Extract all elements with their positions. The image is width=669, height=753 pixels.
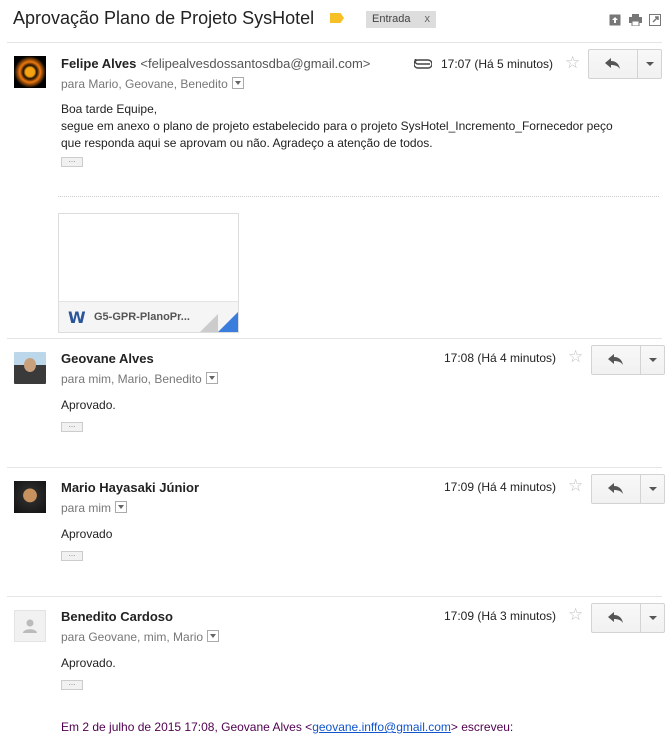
show-trimmed-content-button[interactable]: ...	[61, 550, 83, 561]
sender-name[interactable]: Felipe Alves <felipealvesdossantosdba@gma…	[61, 56, 370, 71]
message-time[interactable]: 17:09 (Há 3 minutos)	[444, 609, 556, 623]
thread-subject: Aprovação Plano de Projeto SysHotel	[13, 8, 315, 28]
attachment-divider	[58, 196, 659, 197]
reply-button[interactable]	[592, 604, 641, 632]
sender-name[interactable]: Benedito Cardoso	[61, 609, 173, 624]
message-body: Boa tarde Equipe, segue em anexo o plano…	[61, 101, 613, 152]
word-doc-icon: W	[68, 308, 86, 327]
more-options-button[interactable]	[638, 50, 661, 78]
sender-email: <felipealvesdossantosdba@gmail.com>	[140, 56, 371, 71]
reply-button[interactable]	[589, 50, 638, 78]
avatar[interactable]	[14, 56, 46, 88]
details-dropdown-button[interactable]	[231, 77, 244, 89]
more-options-button[interactable]	[641, 346, 664, 374]
body-line: segue em anexo o plano de projeto estabe…	[61, 119, 613, 133]
attachment-card[interactable]: W G5-GPR-PlanoPr...	[58, 213, 239, 333]
details-dropdown-button[interactable]	[207, 630, 220, 642]
new-window-icon[interactable]	[609, 14, 621, 26]
print-icon[interactable]	[629, 14, 642, 27]
recipients: para Mario, Geovane, Benedito	[61, 77, 244, 91]
more-options-button[interactable]	[641, 604, 664, 632]
show-trimmed-content-button[interactable]: ...	[61, 421, 83, 432]
reply-icon	[608, 483, 623, 494]
recipients: para Geovane, mim, Mario	[61, 630, 220, 644]
label-chip-remove-button[interactable]: x	[425, 11, 431, 28]
recipients-text: para Geovane, mim, Mario	[61, 630, 204, 644]
reply-group	[591, 345, 665, 375]
attachment-footer: W G5-GPR-PlanoPr...	[59, 301, 238, 332]
message-body: Aprovado.	[61, 398, 116, 412]
thread-actions	[609, 14, 661, 27]
details-dropdown-button[interactable]	[115, 501, 128, 513]
quote-suffix: > escreveu:	[450, 720, 514, 734]
reply-group	[591, 603, 665, 633]
more-options-button[interactable]	[641, 475, 664, 503]
avatar[interactable]	[14, 481, 46, 513]
recipients: para mim	[61, 501, 128, 515]
reply-icon	[608, 612, 623, 623]
message-time[interactable]: 17:07 (Há 5 minutos)	[441, 57, 553, 71]
reply-group	[591, 474, 665, 504]
divider	[7, 596, 662, 597]
message-body: Aprovado.	[61, 656, 116, 670]
reply-group	[588, 49, 662, 79]
quote-email-link[interactable]: geovane.inffo@gmail.com	[312, 720, 451, 734]
quoted-header: Em 2 de julho de 2015 17:08, Geovane Alv…	[61, 720, 513, 734]
popout-icon[interactable]	[649, 14, 661, 26]
label-chip-inbox[interactable]: Entrada x	[366, 11, 436, 28]
recipients: para mim, Mario, Benedito	[61, 372, 218, 386]
reply-icon	[608, 354, 623, 365]
star-icon[interactable]: ☆	[565, 53, 580, 73]
divider	[7, 467, 662, 468]
page-fold-icon	[200, 314, 218, 332]
recipients-text: para mim, Mario, Benedito	[61, 372, 202, 386]
reply-button[interactable]	[592, 346, 641, 374]
avatar-face	[24, 358, 36, 372]
paperclip-icon	[414, 59, 432, 69]
recipients-text: para mim	[61, 501, 112, 515]
star-icon[interactable]: ☆	[568, 476, 583, 496]
thread-header: Aprovação Plano de Projeto SysHotel Entr…	[0, 0, 669, 42]
divider	[7, 338, 662, 339]
sender-name[interactable]: Mario Hayasaki Júnior	[61, 480, 199, 495]
message-body: Aprovado	[61, 527, 113, 541]
body-line: que responda aqui se aprovam ou não. Agr…	[61, 136, 433, 150]
default-avatar-icon	[23, 619, 37, 633]
details-dropdown-button[interactable]	[205, 372, 218, 384]
show-trimmed-content-button[interactable]: ...	[61, 679, 83, 690]
label-tag-icon[interactable]	[330, 13, 344, 23]
message-time[interactable]: 17:08 (Há 4 minutos)	[444, 351, 556, 365]
reply-button[interactable]	[592, 475, 641, 503]
attachment-name: G5-GPR-PlanoPr...	[94, 311, 190, 323]
label-chip-text: Entrada	[372, 13, 411, 25]
avatar[interactable]	[14, 352, 46, 384]
sender-name-text: Felipe Alves	[61, 56, 137, 71]
quote-prefix: Em 2 de julho de 2015 17:08, Geovane Alv…	[61, 720, 313, 734]
star-icon[interactable]: ☆	[568, 347, 583, 367]
recipients-text: para Mario, Geovane, Benedito	[61, 77, 228, 91]
attachment-corner-icon	[218, 312, 238, 332]
message-time[interactable]: 17:09 (Há 4 minutos)	[444, 480, 556, 494]
sender-name[interactable]: Geovane Alves	[61, 351, 154, 366]
star-icon[interactable]: ☆	[568, 605, 583, 625]
reply-icon	[605, 58, 620, 69]
avatar[interactable]	[14, 610, 46, 642]
divider	[7, 42, 662, 43]
body-line: Boa tarde Equipe,	[61, 102, 158, 116]
show-trimmed-content-button[interactable]: ...	[61, 156, 83, 167]
